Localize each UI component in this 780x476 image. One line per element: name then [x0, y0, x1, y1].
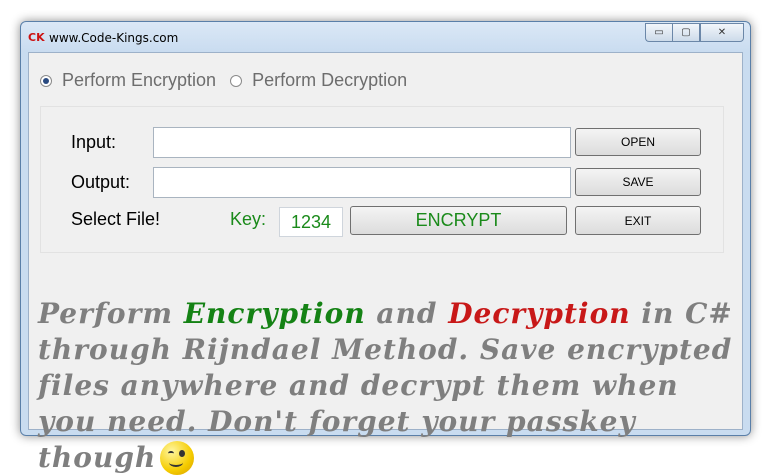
- maximize-icon: ▢: [681, 27, 691, 38]
- input-path-field[interactable]: [153, 127, 571, 158]
- wink-smiley-icon: [160, 441, 195, 475]
- open-button[interactable]: OPEN: [575, 128, 701, 156]
- client-area: Perform Encryption Perform Decryption In…: [28, 52, 743, 475]
- promo-text-part1: Perform: [38, 297, 184, 330]
- encrypt-button[interactable]: ENCRYPT: [350, 206, 567, 235]
- minimize-icon: ▭: [654, 27, 664, 38]
- app-window: CK www.Code-Kings.com ▭ ▢ ✕ Perform Encr…: [20, 21, 751, 475]
- decrypt-radio-label[interactable]: Perform Decryption: [252, 70, 407, 91]
- output-label: Output:: [71, 172, 131, 192]
- file-panel: Input: OPEN Output: SAVE Select File! Ke…: [40, 106, 724, 253]
- input-label: Input:: [71, 132, 117, 152]
- encrypt-radio-label[interactable]: Perform Encryption: [62, 70, 216, 91]
- minimize-button[interactable]: ▭: [645, 23, 672, 42]
- key-label: Key:: [230, 209, 267, 229]
- promo-decryption-word: Decryption: [448, 297, 631, 330]
- output-path-field[interactable]: [153, 167, 571, 198]
- exit-button[interactable]: EXIT: [575, 206, 701, 235]
- title-bar[interactable]: CK www.Code-Kings.com ▭ ▢ ✕: [21, 22, 750, 52]
- close-icon: ✕: [717, 27, 727, 38]
- promo-text: Perform Encryption and Decryption in C# …: [38, 296, 738, 476]
- select-file-label: Select File!: [71, 209, 161, 229]
- close-button[interactable]: ✕: [700, 23, 744, 42]
- promo-encryption-word: Encryption: [183, 297, 366, 330]
- app-logo-icon: CK: [28, 31, 45, 44]
- decrypt-radio[interactable]: [230, 74, 243, 87]
- encrypt-radio[interactable]: [40, 74, 52, 87]
- maximize-button[interactable]: ▢: [672, 23, 700, 42]
- save-button[interactable]: SAVE: [575, 168, 701, 196]
- promo-text-part2: and: [365, 297, 449, 330]
- window-title: www.Code-Kings.com: [49, 31, 179, 45]
- mode-radio-group: Perform Encryption Perform Decryption: [40, 70, 421, 91]
- key-field[interactable]: 1234: [279, 207, 343, 237]
- window-controls: ▭ ▢ ✕: [645, 23, 744, 42]
